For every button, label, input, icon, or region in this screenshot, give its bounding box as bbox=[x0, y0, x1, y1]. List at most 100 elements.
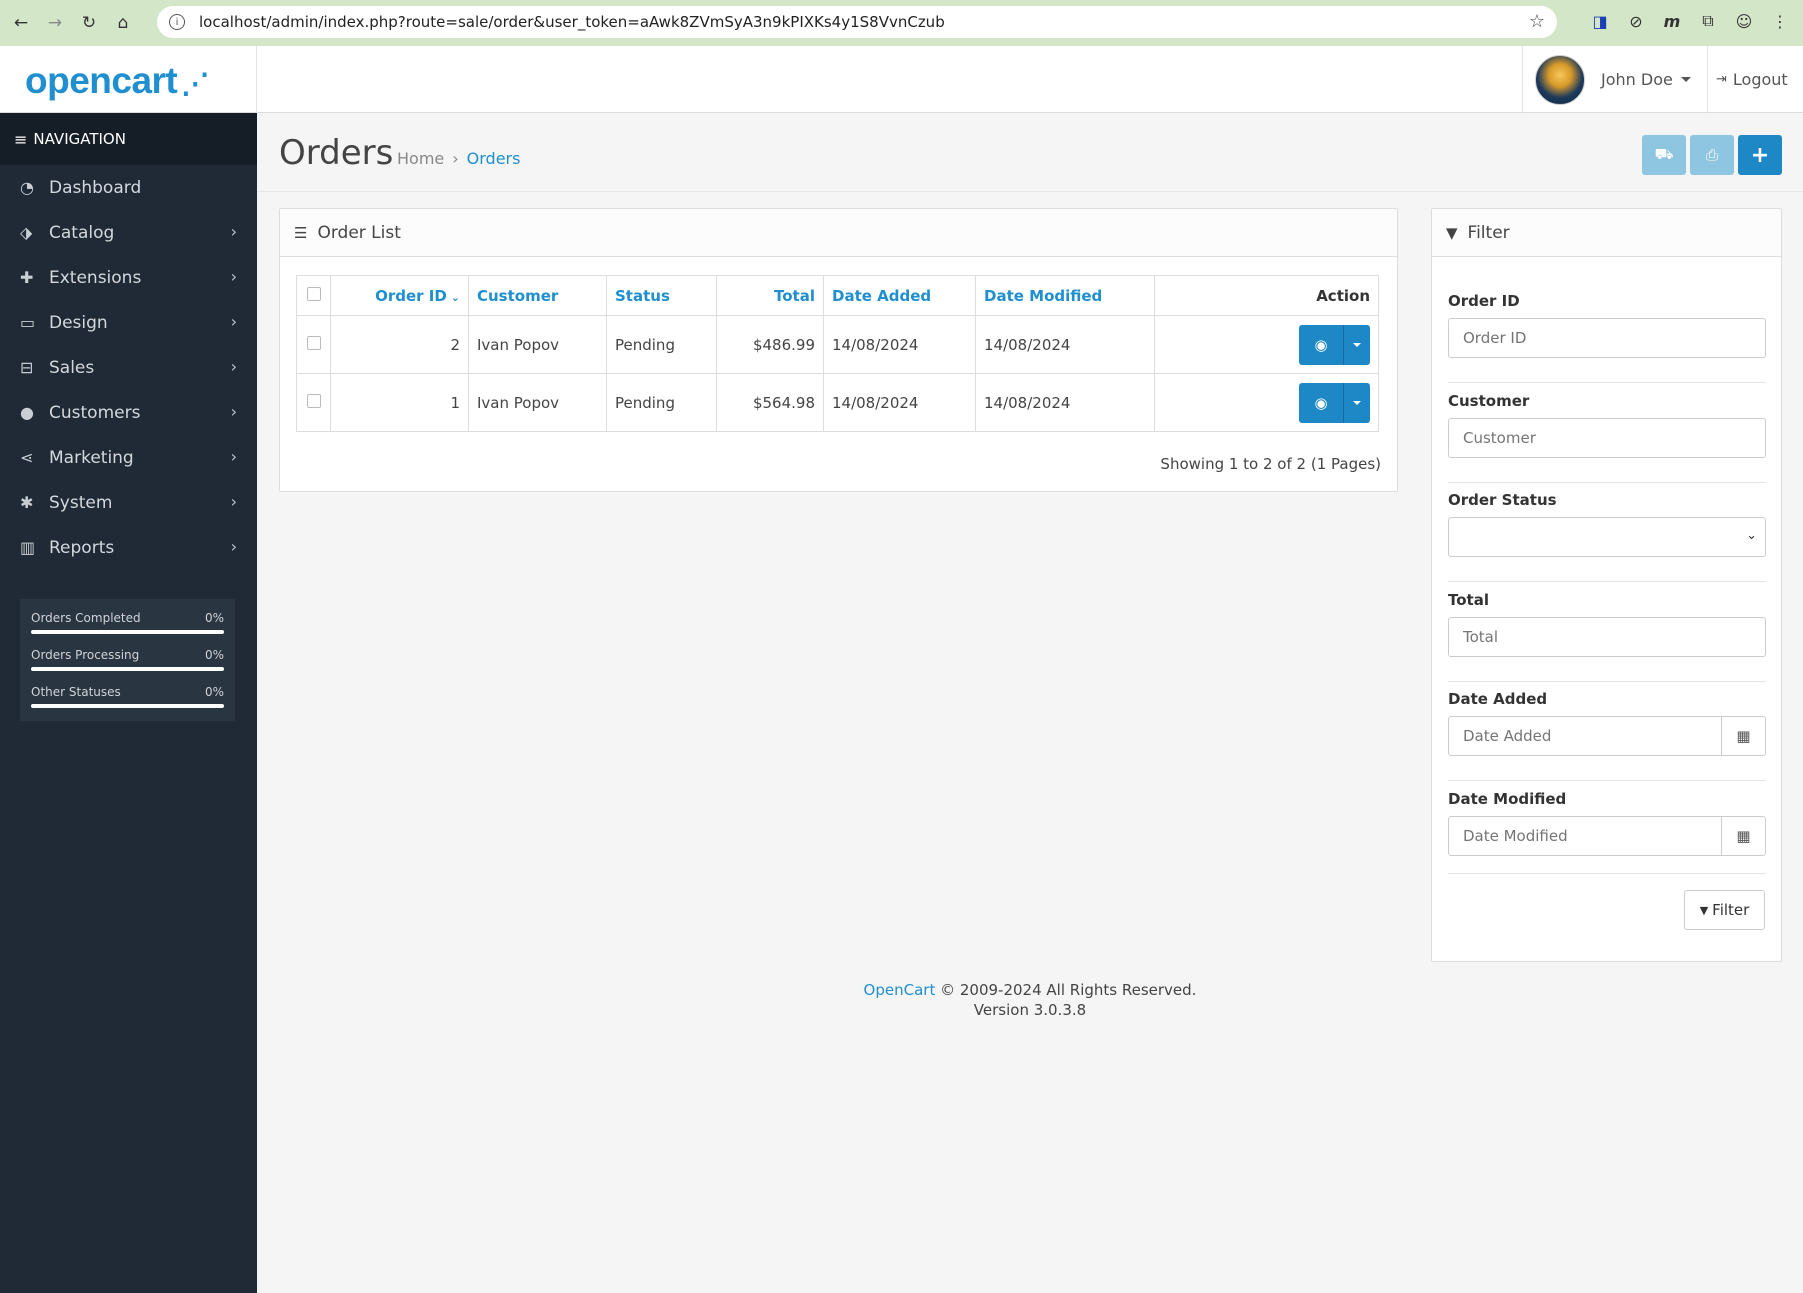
extension-icon[interactable]: ⊘ bbox=[1625, 10, 1647, 32]
customer-label: Customer bbox=[1448, 392, 1530, 410]
breadcrumb-orders[interactable]: Orders bbox=[467, 149, 521, 168]
print-invoice-button[interactable]: ⎙ bbox=[1690, 135, 1734, 175]
divider bbox=[1448, 873, 1766, 874]
page-title: Orders bbox=[279, 133, 394, 173]
chevron-down-icon bbox=[1353, 400, 1361, 405]
column-date-added[interactable]: Date Added bbox=[823, 275, 976, 316]
sidebar-item-dashboard[interactable]: ◔ Dashboard bbox=[0, 165, 257, 210]
divider bbox=[1448, 581, 1766, 582]
address-bar[interactable]: i localhost/admin/index.php?route=sale/o… bbox=[157, 6, 1557, 38]
date-modified-input[interactable] bbox=[1448, 816, 1722, 856]
order-id-input[interactable] bbox=[1448, 318, 1766, 358]
sidebar-item-extensions[interactable]: ✚ Extensions › bbox=[0, 255, 257, 300]
column-total[interactable]: Total bbox=[716, 275, 824, 316]
customer-input[interactable] bbox=[1448, 418, 1766, 458]
opencart-link[interactable]: OpenCart bbox=[864, 981, 936, 999]
home-icon[interactable]: ⌂ bbox=[110, 10, 136, 36]
extension-icon[interactable]: ◨ bbox=[1589, 10, 1611, 32]
gear-icon: ✱ bbox=[20, 493, 34, 512]
date-added-input[interactable] bbox=[1448, 716, 1722, 756]
filter-date-added-group: Date Added ▦ bbox=[1448, 690, 1766, 756]
sidebar-item-customers[interactable]: ● Customers › bbox=[0, 390, 257, 435]
panel-heading: ☰ Order List bbox=[280, 209, 1397, 257]
url-text: localhost/admin/index.php?route=sale/ord… bbox=[199, 13, 945, 31]
column-status[interactable]: Status bbox=[606, 275, 717, 316]
date-added-calendar-button[interactable]: ▦ bbox=[1722, 716, 1766, 756]
kebab-menu-icon[interactable]: ⋮ bbox=[1769, 10, 1791, 32]
order-status-select[interactable]: ⌄ bbox=[1448, 517, 1766, 557]
view-order-button[interactable]: ◉ bbox=[1299, 324, 1344, 365]
site-info-icon[interactable]: i bbox=[169, 14, 185, 30]
logout-link[interactable]: ⇥ Logout bbox=[1716, 46, 1788, 113]
order-id-label: Order ID bbox=[1448, 292, 1520, 310]
stat-orders-processing: Orders Processing 0% bbox=[31, 644, 224, 681]
print-shipping-button[interactable]: ⛟ bbox=[1642, 135, 1686, 175]
add-order-button[interactable]: + bbox=[1738, 135, 1782, 175]
chevron-right-icon: › bbox=[230, 312, 237, 331]
calendar-icon: ▦ bbox=[1736, 727, 1751, 745]
user-menu[interactable]: John Doe bbox=[1522, 46, 1708, 113]
reload-icon[interactable]: ↻ bbox=[76, 10, 102, 36]
sidebar-item-design[interactable]: ▭ Design › bbox=[0, 300, 257, 345]
order-actions-dropdown[interactable] bbox=[1344, 382, 1370, 423]
column-order-id[interactable]: Order ID ⌄ bbox=[330, 275, 469, 316]
sidebar-item-system[interactable]: ✱ System › bbox=[0, 480, 257, 525]
puzzle-icon: ✚ bbox=[20, 268, 34, 287]
eye-icon: ◉ bbox=[1314, 335, 1328, 354]
funnel-icon: ▼ bbox=[1699, 903, 1709, 917]
panel-heading: ▼ Filter bbox=[1432, 209, 1781, 257]
sidebar-item-marketing[interactable]: ⋖ Marketing › bbox=[0, 435, 257, 480]
divider bbox=[1448, 382, 1766, 383]
avatar bbox=[1535, 54, 1585, 105]
extension-icon[interactable]: m bbox=[1661, 10, 1683, 32]
column-date-modified[interactable]: Date Modified bbox=[975, 275, 1155, 316]
date-modified-calendar-button[interactable]: ▦ bbox=[1722, 816, 1766, 856]
total-cell: $564.98 bbox=[716, 373, 824, 432]
date-modified-cell: 14/08/2024 bbox=[975, 315, 1155, 374]
bookmark-star-icon[interactable]: ☆ bbox=[1529, 11, 1545, 32]
row-checkbox[interactable] bbox=[306, 335, 321, 350]
chevron-down-icon bbox=[1680, 77, 1691, 82]
row-select-cell bbox=[296, 373, 331, 432]
order-list-panel: ☰ Order List Order ID ⌄ Customer Status T… bbox=[279, 208, 1398, 492]
date-modified-cell: 14/08/2024 bbox=[975, 373, 1155, 432]
total-cell: $486.99 bbox=[716, 315, 824, 374]
footer: OpenCart © 2009-2024 All Rights Reserved… bbox=[257, 980, 1803, 1020]
sign-out-icon: ⇥ bbox=[1716, 72, 1727, 87]
pagination-summary: Showing 1 to 2 of 2 (1 Pages) bbox=[1160, 455, 1381, 473]
share-icon: ⋖ bbox=[20, 448, 34, 467]
profile-avatar-icon[interactable]: ☺ bbox=[1733, 10, 1755, 32]
puzzle-extensions-icon[interactable]: ⧉ bbox=[1697, 10, 1719, 32]
filter-button[interactable]: ▼ Filter bbox=[1684, 890, 1765, 930]
truck-icon: ⛟ bbox=[1654, 145, 1674, 163]
breadcrumb-home[interactable]: Home bbox=[397, 149, 444, 168]
progress-bar bbox=[31, 667, 224, 671]
chevron-down-icon bbox=[1353, 342, 1361, 347]
sidebar-item-reports[interactable]: ▥ Reports › bbox=[0, 525, 257, 570]
customer-cell: Ivan Popov bbox=[468, 315, 607, 374]
table-row: 2 Ivan Popov Pending $486.99 14/08/2024 … bbox=[296, 315, 1379, 374]
chevron-right-icon: › bbox=[230, 357, 237, 376]
sidebar-item-catalog[interactable]: ⬗ Catalog › bbox=[0, 210, 257, 255]
date-added-cell: 14/08/2024 bbox=[823, 373, 976, 432]
table-row: 1 Ivan Popov Pending $564.98 14/08/2024 … bbox=[296, 373, 1379, 432]
back-icon[interactable]: ← bbox=[8, 10, 34, 36]
view-order-button[interactable]: ◉ bbox=[1299, 382, 1344, 423]
nav-toggle[interactable]: ≡ NAVIGATION bbox=[0, 113, 257, 165]
select-all-cell bbox=[296, 275, 331, 316]
chevron-right-icon: › bbox=[230, 492, 237, 511]
select-all-checkbox[interactable] bbox=[306, 286, 321, 301]
opencart-logo[interactable]: opencart ⋰ bbox=[25, 60, 209, 102]
divider bbox=[1448, 780, 1766, 781]
hamburger-icon: ≡ bbox=[14, 129, 28, 149]
column-action: Action bbox=[1154, 275, 1379, 316]
total-input[interactable] bbox=[1448, 617, 1766, 657]
forward-icon[interactable]: → bbox=[42, 10, 68, 36]
stat-orders-completed: Orders Completed 0% bbox=[31, 607, 224, 644]
order-actions-dropdown[interactable] bbox=[1344, 324, 1370, 365]
row-checkbox[interactable] bbox=[306, 393, 321, 408]
bar-chart-icon: ▥ bbox=[20, 538, 36, 557]
column-customer[interactable]: Customer bbox=[468, 275, 607, 316]
filter-panel: ▼ Filter Order ID Customer Order Status … bbox=[1431, 208, 1782, 962]
sidebar-item-sales[interactable]: ⊟ Sales › bbox=[0, 345, 257, 390]
